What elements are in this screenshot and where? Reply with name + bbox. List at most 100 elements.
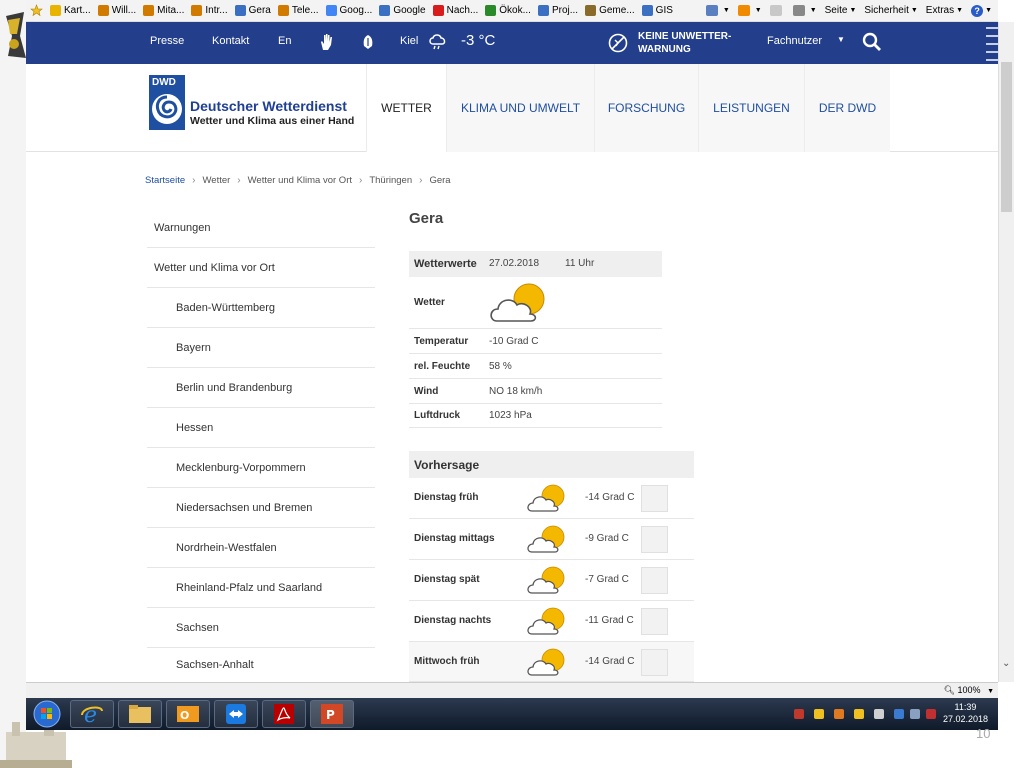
zoom-control[interactable]: 🔍︎ 100% ▼ bbox=[944, 685, 994, 696]
favorite-item-6[interactable]: Goog... bbox=[325, 5, 373, 16]
nav-wetter[interactable]: WETTER bbox=[366, 64, 446, 152]
observation-date: 27.02.2018 bbox=[489, 258, 540, 269]
favorite-item-1[interactable]: Will... bbox=[97, 5, 136, 16]
sidebar-item-sachsen[interactable]: Sachsen bbox=[147, 608, 375, 648]
favorite-icon bbox=[50, 5, 61, 16]
easy-language-icon[interactable] bbox=[361, 34, 375, 50]
favorite-label: Proj... bbox=[551, 5, 579, 16]
tray-notification-icon[interactable] bbox=[854, 709, 864, 719]
nav-leistungen[interactable]: LEISTUNGEN bbox=[698, 64, 804, 152]
scroll-thumb[interactable] bbox=[1001, 62, 1012, 212]
favorite-item-10[interactable]: Proj... bbox=[537, 5, 579, 16]
breadcrumb-item[interactable]: Wetter bbox=[202, 175, 230, 186]
clock-date: 27.02.2018 bbox=[942, 714, 988, 724]
taskbar-file-explorer[interactable] bbox=[118, 700, 162, 728]
favorite-icon bbox=[97, 5, 109, 16]
favorite-item-7[interactable]: Google bbox=[379, 5, 426, 16]
contact-link[interactable]: Kontakt bbox=[212, 35, 249, 47]
favorite-item-3[interactable]: Intr... bbox=[191, 5, 228, 16]
sign-language-icon[interactable] bbox=[318, 33, 334, 51]
sidebar-item-nordrhein-westfalen[interactable]: Nordrhein-Westfalen bbox=[147, 528, 375, 568]
search-icon[interactable] bbox=[862, 32, 882, 52]
location-city[interactable]: Kiel bbox=[400, 35, 418, 47]
favorite-label: Goog... bbox=[339, 5, 373, 16]
cloud-rain-icon bbox=[429, 34, 446, 50]
value-row-humidity: rel. Feuchte 58 % bbox=[409, 354, 662, 379]
sidebar-item-hessen[interactable]: Hessen bbox=[147, 408, 375, 448]
breadcrumb-item[interactable]: Wetter und Klima vor Ort bbox=[248, 175, 352, 186]
taskbar-teamviewer[interactable] bbox=[214, 700, 258, 728]
clock-time: 11:39 bbox=[954, 702, 977, 712]
taskbar-outlook[interactable]: O bbox=[166, 700, 210, 728]
favorite-item-5[interactable]: Tele... bbox=[277, 5, 319, 16]
tray-display-icon[interactable] bbox=[910, 709, 920, 719]
tray-network-icon[interactable] bbox=[874, 709, 884, 719]
favorite-item-4[interactable]: Gera bbox=[234, 5, 271, 16]
sidebar-item-sachsen-anhalt[interactable]: Sachsen-Anhalt bbox=[147, 648, 375, 682]
favorite-item-8[interactable]: Nach... bbox=[432, 5, 478, 16]
tray-update-icon[interactable] bbox=[834, 709, 844, 719]
favorite-item-12[interactable]: GIS bbox=[641, 5, 673, 16]
extras-menu[interactable]: Extras ▼ bbox=[926, 5, 963, 16]
tray-device-icon[interactable] bbox=[894, 709, 904, 719]
favorite-icon bbox=[641, 5, 653, 16]
partly-cloudy-icon bbox=[527, 525, 565, 553]
chevron-down-icon: ▼ bbox=[809, 7, 817, 14]
sidebar-item-label: Sachsen bbox=[176, 621, 219, 634]
page-scrollbar[interactable]: ⌄ bbox=[998, 22, 1014, 682]
home-button[interactable]: ▼ bbox=[705, 5, 730, 16]
menu-icon[interactable] bbox=[986, 24, 998, 64]
sidebar-item-rheinland-pfalz-saarland[interactable]: Rheinland-Pfalz und Saarland bbox=[147, 568, 375, 608]
wind-symbol-icon bbox=[641, 485, 668, 512]
favorite-item-0[interactable]: Kart... bbox=[50, 5, 91, 16]
sidebar-item-label: Sachsen-Anhalt bbox=[176, 659, 254, 671]
forecast-header: Vorhersage bbox=[409, 451, 694, 478]
favorite-item-2[interactable]: Mita... bbox=[143, 5, 184, 16]
sidebar-item-warnungen[interactable]: Warnungen bbox=[147, 208, 375, 248]
tray-mail-icon[interactable] bbox=[814, 709, 824, 719]
help-menu[interactable]: ? ▼ bbox=[971, 4, 992, 17]
safety-menu[interactable]: Sicherheit ▼ bbox=[864, 5, 917, 16]
nav-klima-und-umwelt[interactable]: KLIMA UND UMWELT bbox=[446, 64, 594, 152]
favorite-item-11[interactable]: Geme... bbox=[585, 5, 635, 16]
nav-forschung[interactable]: FORSCHUNG bbox=[594, 64, 698, 152]
sidebar-item-baden-wuerttemberg[interactable]: Baden-Württemberg bbox=[147, 288, 375, 328]
dwd-logo[interactable]: DWD bbox=[149, 75, 185, 130]
feeds-button[interactable]: ▼ bbox=[737, 5, 762, 16]
breadcrumb-item[interactable]: Thüringen bbox=[369, 175, 412, 186]
partly-cloudy-icon bbox=[490, 283, 545, 322]
sidebar-item-wetter-klima-vor-ort[interactable]: Wetter und Klima vor Ort bbox=[147, 248, 375, 288]
favorites-star-icon[interactable] bbox=[30, 4, 43, 17]
warning-status[interactable]: KEINE UNWETTER-WARNUNG bbox=[608, 28, 748, 58]
sidebar-item-bayern[interactable]: Bayern bbox=[147, 328, 375, 368]
taskbar-clock[interactable]: 11:39 27.02.2018 bbox=[943, 701, 988, 725]
powerpoint-icon: P bbox=[321, 704, 343, 724]
expert-user-menu[interactable]: Fachnutzer bbox=[767, 35, 822, 47]
scroll-down-icon[interactable]: ⌄ bbox=[1002, 658, 1010, 669]
tray-security-icon[interactable] bbox=[794, 709, 804, 719]
wind-symbol-icon bbox=[641, 567, 668, 594]
print-button[interactable]: ▼ bbox=[792, 5, 817, 16]
language-link[interactable]: En bbox=[278, 35, 291, 47]
press-link[interactable]: Presse bbox=[150, 35, 184, 47]
taskbar-internet-explorer[interactable]: e bbox=[70, 700, 114, 728]
windows-taskbar: e O P 11:39 27.02.2018 bbox=[26, 698, 998, 730]
page-menu[interactable]: Seite ▼ bbox=[825, 5, 857, 16]
breadcrumb-item[interactable]: Startseite bbox=[145, 175, 185, 186]
sidebar-item-berlin-brandenburg[interactable]: Berlin und Brandenburg bbox=[147, 368, 375, 408]
taskbar-powerpoint[interactable]: P bbox=[310, 700, 354, 728]
chevron-down-icon: ▼ bbox=[910, 7, 918, 14]
sidebar-item-niedersachsen-bremen[interactable]: Niedersachsen und Bremen bbox=[147, 488, 375, 528]
favorite-item-9[interactable]: Ökok... bbox=[485, 5, 531, 16]
tray-volume-muted-icon[interactable] bbox=[926, 709, 936, 719]
zoom-level: 100% bbox=[957, 685, 981, 695]
mail-button[interactable] bbox=[769, 5, 785, 16]
chevron-down-icon[interactable]: ▼ bbox=[837, 35, 845, 44]
sidebar-item-mecklenburg-vorpommern[interactable]: Mecklenburg-Vorpommern bbox=[147, 448, 375, 488]
nav-der-dwd[interactable]: DER DWD bbox=[804, 64, 890, 152]
favorite-icon bbox=[585, 5, 597, 16]
start-button[interactable] bbox=[32, 700, 62, 728]
current-temperature: -3 °C bbox=[461, 32, 496, 49]
dwd-swirl-icon bbox=[152, 94, 182, 124]
taskbar-acrobat[interactable] bbox=[262, 700, 306, 728]
